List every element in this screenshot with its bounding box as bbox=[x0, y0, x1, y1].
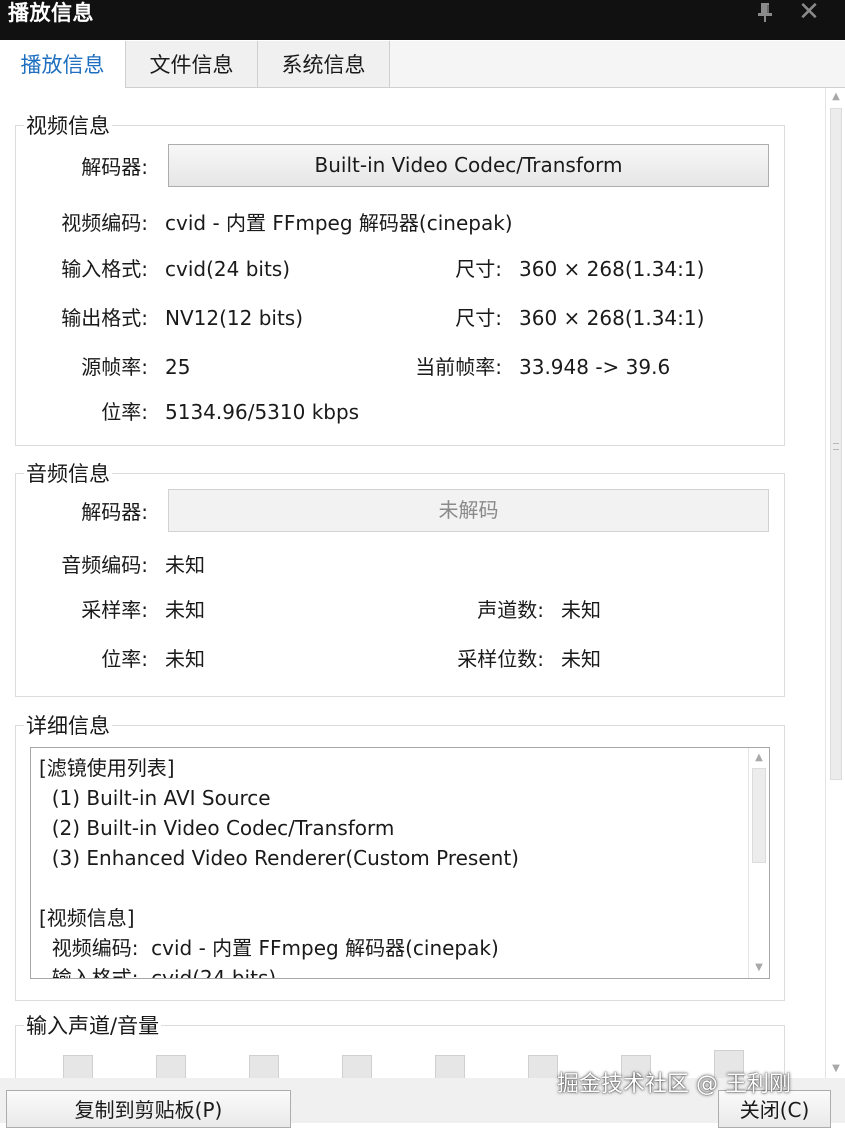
sample-bits-value: 未知 bbox=[561, 647, 601, 671]
details-textarea[interactable]: [滤镜使用列表] (1) Built-in AVI Source (2) Bui… bbox=[30, 747, 770, 979]
sample-rate-value: 未知 bbox=[165, 598, 205, 622]
main-scrollbar[interactable]: ▲ ▼ bbox=[825, 88, 845, 1078]
video-info-title: 视频信息 bbox=[24, 113, 112, 139]
tab-playback-info[interactable]: 播放信息 bbox=[0, 41, 126, 88]
volume-meter bbox=[63, 1055, 93, 1080]
tab-file-info[interactable]: 文件信息 bbox=[126, 41, 258, 87]
audio-codec-label: 音频编码: bbox=[61, 553, 148, 577]
audio-codec-value: 未知 bbox=[165, 553, 205, 577]
input-size-label: 尺寸: bbox=[455, 257, 502, 281]
detail-line: 视频编码: cvid - 内置 FFmpeg 解码器(cinepak) bbox=[39, 936, 499, 960]
pin-icon[interactable] bbox=[750, 0, 780, 26]
video-bitrate-label: 位率: bbox=[101, 400, 148, 424]
detail-line: [视频信息] bbox=[39, 906, 135, 930]
video-codec-label: 视频编码: bbox=[61, 211, 148, 235]
output-size-value: 360 × 268(1.34:1) bbox=[519, 306, 705, 330]
grip-icon bbox=[833, 443, 839, 450]
volume-meter bbox=[249, 1055, 279, 1080]
detail-line: (2) Built-in Video Codec/Transform bbox=[39, 816, 395, 840]
watermark: 掘金技术社区 @ 王利刚 bbox=[557, 1072, 791, 1097]
output-format-label: 输出格式: bbox=[61, 306, 148, 330]
video-codec-value: cvid - 内置 FFmpeg 解码器(cinepak) bbox=[165, 211, 513, 235]
volume-meter bbox=[156, 1055, 186, 1080]
input-format-value: cvid(24 bits) bbox=[165, 257, 291, 281]
title-bar: 播放信息 ✕ bbox=[0, 0, 845, 40]
channels-label: 声道数: bbox=[477, 598, 544, 622]
window-title: 播放信息 bbox=[8, 1, 94, 25]
details-title: 详细信息 bbox=[24, 713, 112, 739]
scroll-down-icon[interactable]: ▼ bbox=[829, 1062, 843, 1076]
source-fps-value: 25 bbox=[165, 355, 191, 379]
details-scrollbar[interactable]: ▲ ▼ bbox=[748, 748, 769, 978]
scroll-up-icon[interactable]: ▲ bbox=[752, 751, 766, 765]
volume-title: 输入声道/音量 bbox=[24, 1013, 162, 1039]
tab-bar: 播放信息 文件信息 系统信息 bbox=[0, 41, 845, 88]
video-bitrate-value: 5134.96/5310 kbps bbox=[165, 400, 360, 424]
audio-bitrate-value: 未知 bbox=[165, 647, 205, 671]
tab-system-info[interactable]: 系统信息 bbox=[258, 41, 390, 87]
audio-bitrate-label: 位率: bbox=[101, 647, 148, 671]
volume-meter bbox=[528, 1055, 558, 1080]
detail-line: 输入格式: cvid(24 bits) bbox=[39, 966, 277, 979]
video-decoder-button[interactable]: Built-in Video Codec/Transform bbox=[168, 144, 769, 187]
close-icon[interactable]: ✕ bbox=[795, 0, 823, 26]
detail-line: (3) Enhanced Video Renderer(Custom Prese… bbox=[39, 846, 519, 870]
scroll-up-icon[interactable]: ▲ bbox=[829, 90, 843, 104]
volume-meter bbox=[435, 1055, 465, 1080]
output-size-label: 尺寸: bbox=[455, 306, 502, 330]
video-decoder-label: 解码器: bbox=[81, 155, 148, 179]
copy-to-clipboard-button[interactable]: 复制到剪贴板(P) bbox=[6, 1090, 291, 1128]
detail-line: [滤镜使用列表] bbox=[39, 756, 175, 780]
scroll-down-icon[interactable]: ▼ bbox=[752, 961, 766, 975]
volume-meter bbox=[342, 1055, 372, 1080]
current-fps-value: 33.948 -> 39.6 bbox=[519, 355, 671, 379]
output-format-value: NV12(12 bits) bbox=[165, 306, 304, 330]
audio-decoder-button: 未解码 bbox=[168, 489, 769, 532]
current-fps-label: 当前帧率: bbox=[415, 355, 502, 379]
source-fps-label: 源帧率: bbox=[81, 355, 148, 379]
scroll-thumb[interactable] bbox=[830, 108, 842, 780]
detail-line: (1) Built-in AVI Source bbox=[39, 786, 271, 810]
channels-value: 未知 bbox=[561, 598, 601, 622]
audio-info-title: 音频信息 bbox=[24, 461, 112, 487]
details-scroll-thumb[interactable] bbox=[752, 768, 766, 863]
input-size-value: 360 × 268(1.34:1) bbox=[519, 257, 705, 281]
input-format-label: 输入格式: bbox=[61, 257, 148, 281]
sample-rate-label: 采样率: bbox=[81, 598, 148, 622]
sample-bits-label: 采样位数: bbox=[457, 647, 544, 671]
audio-decoder-label: 解码器: bbox=[81, 500, 148, 524]
